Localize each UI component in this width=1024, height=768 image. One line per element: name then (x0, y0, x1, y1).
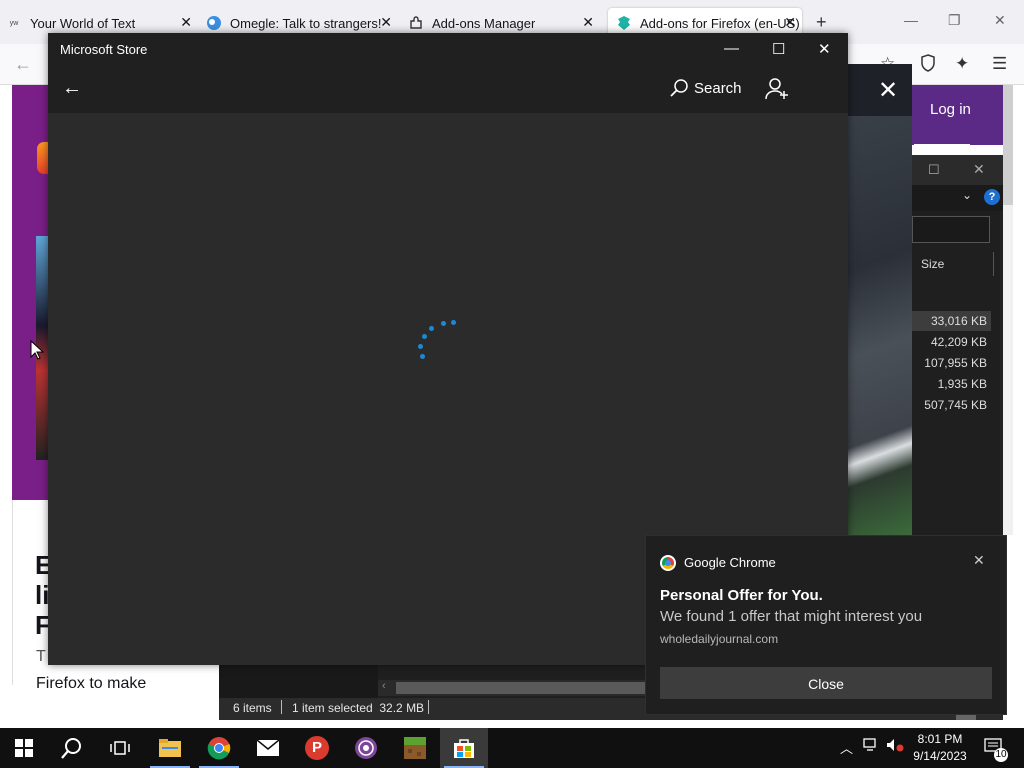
tab-close-icon[interactable]: ✕ (582, 14, 594, 31)
spinner-dot (429, 326, 434, 331)
chevron-down-icon[interactable]: ⌄ (962, 188, 972, 202)
store-window-title: Microsoft Store (60, 42, 148, 57)
tab-title: Omegle: Talk to strangers! (230, 15, 382, 31)
minimize-icon[interactable]: — (904, 12, 918, 28)
tab-title: Add-ons for Firefox (en-US) (640, 15, 800, 31)
spinner-dot (420, 354, 425, 359)
spinner-dot (418, 344, 423, 349)
maximize-icon[interactable]: ☐ (928, 162, 940, 178)
task-view-icon[interactable] (96, 728, 144, 768)
notification-count-badge: 10 (994, 748, 1008, 762)
tor-icon[interactable] (342, 728, 390, 768)
file-row-size[interactable]: 1,935 KB (912, 374, 991, 394)
shield-icon[interactable] (920, 54, 936, 77)
window-close-icon[interactable]: ✕ (994, 12, 1006, 29)
column-divider[interactable] (993, 252, 994, 276)
horizontal-scrollbar-thumb[interactable] (396, 682, 645, 694)
status-separator (428, 700, 429, 714)
page-scrollbar-thumb[interactable] (1003, 85, 1013, 205)
chrome-logo-center (665, 560, 671, 566)
back-arrow-icon[interactable]: ← (14, 54, 32, 75)
maximize-icon[interactable]: ☐ (772, 40, 785, 58)
omegle-favicon-icon (206, 15, 222, 31)
search-icon[interactable] (48, 728, 96, 768)
explorer-search-input[interactable] (912, 216, 990, 243)
tab-title: Your World of Text (30, 15, 136, 31)
file-row-size[interactable]: 507,745 KB (912, 395, 991, 415)
file-explorer-icon[interactable] (146, 728, 194, 768)
body-text: Firefox to make (36, 675, 147, 692)
status-separator (281, 700, 282, 714)
size-column-header[interactable]: Size (921, 257, 944, 271)
search-icon[interactable] (669, 78, 689, 103)
store-icon[interactable] (440, 728, 488, 768)
spinner-dot (422, 334, 427, 339)
addons-favicon-icon (616, 15, 632, 31)
toast-title: Personal Offer for You. (660, 587, 823, 604)
file-row-size[interactable]: 107,955 KB (912, 353, 991, 373)
body-text-fragment: T (36, 648, 46, 665)
clock-time[interactable]: 8:01 PM (912, 732, 968, 746)
restore-icon[interactable]: ❐ (948, 12, 961, 29)
file-row-size[interactable]: 33,016 KB (912, 311, 991, 331)
help-icon[interactable]: ? (984, 189, 1000, 205)
back-arrow-icon[interactable]: ← (62, 77, 82, 100)
minimize-icon[interactable]: — (724, 40, 739, 57)
puzzle-piece-icon (408, 15, 424, 31)
new-tab-button[interactable]: + (816, 12, 827, 33)
chrome-icon[interactable] (195, 728, 243, 768)
start-icon[interactable] (0, 728, 48, 768)
close-overlay-icon[interactable]: ✕ (878, 76, 898, 105)
spinner-dot (451, 320, 456, 325)
search-button[interactable]: Search (694, 80, 742, 97)
minecraft-icon[interactable] (391, 728, 439, 768)
add-account-icon[interactable] (765, 78, 789, 105)
hamburger-menu-icon[interactable]: ☰ (992, 54, 1007, 74)
psiphon-icon[interactable]: P (293, 728, 341, 768)
status-selection: 1 item selected 32.2 MB (292, 701, 425, 715)
game-screenshot (848, 116, 912, 536)
network-icon[interactable] (863, 738, 879, 755)
status-item-count: 6 items (233, 701, 272, 715)
loading-spinner (415, 318, 460, 363)
mail-icon[interactable] (244, 728, 292, 768)
close-icon[interactable]: ✕ (973, 161, 985, 178)
scroll-left-icon[interactable]: ‹ (382, 680, 386, 692)
tab-close-icon[interactable]: ✕ (380, 14, 392, 31)
tab-close-icon[interactable]: ✕ (180, 14, 192, 31)
toast-close-button[interactable]: Close (660, 667, 992, 699)
file-row-size[interactable]: 42,209 KB (912, 332, 991, 352)
login-link[interactable]: Log in (930, 101, 971, 118)
volume-muted-icon[interactable] (886, 738, 904, 755)
explorer-titlebar (912, 155, 1003, 185)
toast-source: wholedailyjournal.com (660, 632, 779, 646)
tab-close-icon[interactable]: ✕ (784, 14, 796, 31)
mouse-cursor-icon (30, 339, 45, 365)
toast-body: We found 1 offer that might interest you (660, 608, 923, 625)
tab-title: Add-ons Manager (432, 15, 536, 31)
extensions-sparkle-icon[interactable]: ✦ (955, 54, 969, 74)
spinner-dot (441, 321, 446, 326)
ywot-favicon-icon: yw (9, 19, 19, 27)
toast-app-name: Google Chrome (684, 555, 776, 570)
close-icon[interactable]: ✕ (818, 40, 831, 58)
show-hidden-icons-icon[interactable]: ︿ (840, 738, 853, 757)
explorer-nav-pane (219, 665, 378, 698)
clock-date[interactable]: 9/14/2023 (910, 749, 970, 763)
toast-dismiss-icon[interactable]: ✕ (973, 552, 985, 569)
